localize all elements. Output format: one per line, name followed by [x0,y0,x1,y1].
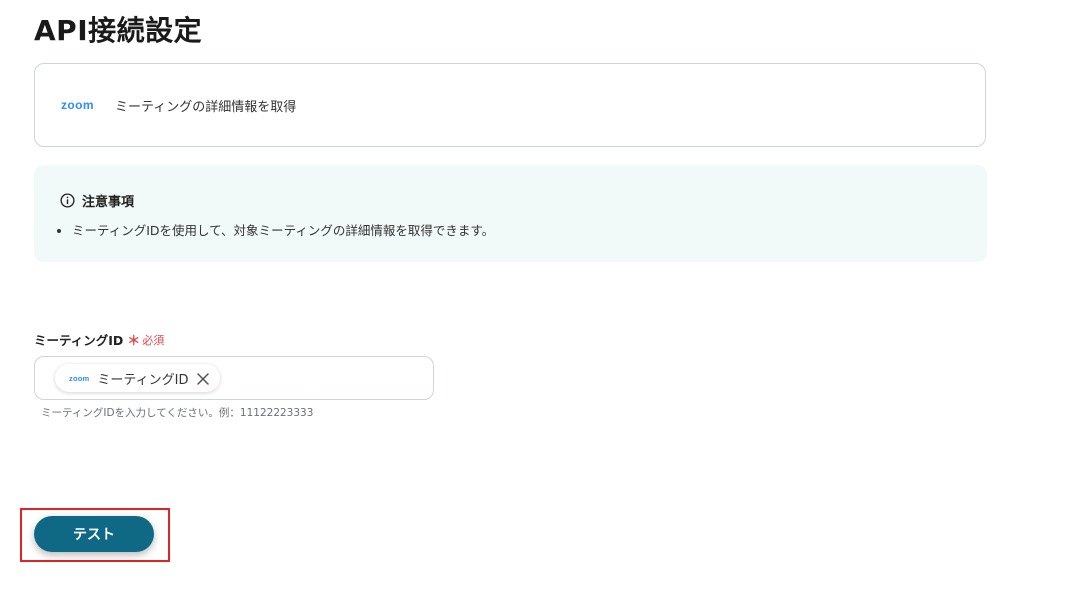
app-action-label: ミーティングの詳細情報を取得 [115,99,297,115]
meeting-id-token-chip[interactable]: zoom ミーティングID [55,364,221,392]
notice-title: 注意事項 [82,195,135,210]
required-label: 必須 [142,333,165,347]
page-title: API接続設定 [34,14,203,47]
required-asterisk: ＊ [127,334,141,349]
notice-box: 注意事項 ミーティングIDを使用して、対象ミーティングの詳細情報を取得できます。 [34,165,987,262]
meeting-id-label-row: ミーティングID ＊ 必須 [34,330,164,349]
token-chip-label: ミーティングID [97,372,189,388]
test-button[interactable]: テスト [34,516,154,552]
meeting-id-label: ミーティングID [34,333,124,348]
app-action-card[interactable]: zoom ミーティングの詳細情報を取得 [34,63,986,147]
meeting-id-input[interactable]: zoom ミーティングID [34,356,434,400]
close-icon[interactable] [196,371,210,385]
notice-item: ミーティングIDを使用して、対象ミーティングの詳細情報を取得できます。 [72,220,494,239]
meeting-id-help-text: ミーティングIDを入力してください。例：11122223333 [41,407,314,419]
notice-list: ミーティングIDを使用して、対象ミーティングの詳細情報を取得できます。 [72,220,494,239]
zoom-logo: zoom [61,98,94,112]
notice-header: 注意事項 [60,191,134,210]
zoom-logo: zoom [69,373,90,383]
info-circle-icon [60,193,75,208]
